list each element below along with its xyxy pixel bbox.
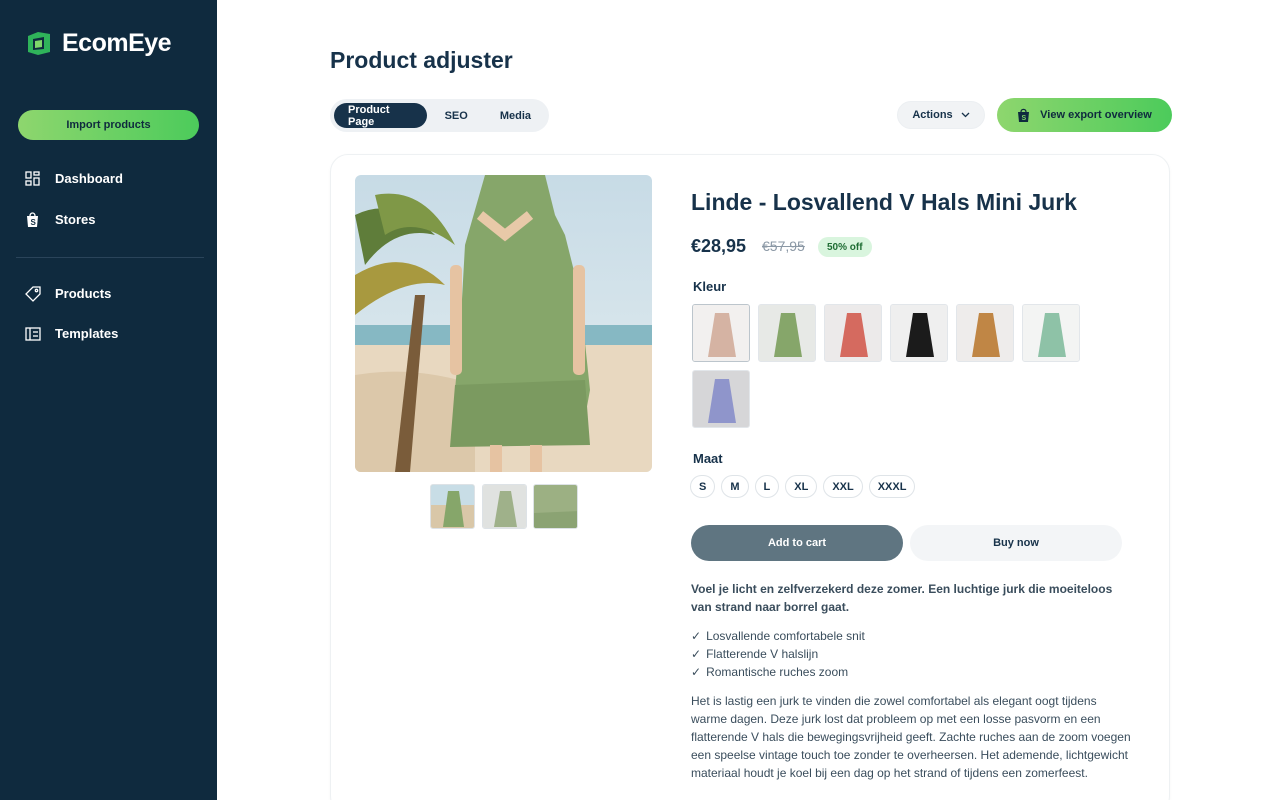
thumbnail-3[interactable] — [533, 484, 578, 529]
page-title: Product adjuster — [330, 47, 513, 73]
sidebar-item-products[interactable]: Products — [24, 285, 111, 302]
product-price: €28,95 — [691, 236, 747, 256]
export-label: View export overview — [1040, 109, 1152, 121]
size-option-s[interactable]: S — [690, 475, 716, 498]
product-lead-text: Voel je licht en zelfverzekerd deze zome… — [691, 582, 1113, 614]
svg-text:S: S — [31, 218, 37, 227]
view-export-overview-button[interactable]: S View export overview — [997, 98, 1172, 132]
product-description: Het is lastig een jurk te vinden die zow… — [691, 694, 1131, 780]
bullet-text: Romantische ruches zoom — [706, 665, 849, 679]
color-swatch-green[interactable] — [758, 304, 816, 362]
color-swatch-coral[interactable] — [824, 304, 882, 362]
template-icon — [24, 325, 41, 342]
dress-photo — [355, 175, 652, 472]
sidebar-item-stores[interactable]: S Stores — [24, 211, 95, 228]
size-option-l[interactable]: L — [754, 475, 780, 498]
sidebar-item-label: Dashboard — [55, 171, 123, 186]
check-icon: ✓ — [691, 647, 702, 661]
thumbnail-2[interactable] — [482, 484, 527, 529]
size-label: Maat — [693, 451, 723, 466]
color-swatch-lavender[interactable] — [692, 370, 750, 428]
size-option-m[interactable]: M — [721, 475, 749, 498]
thumbnail-1[interactable] — [430, 484, 475, 529]
bullet-item: ✓ Romantische ruches zoom — [691, 663, 1131, 681]
product-main-image[interactable] — [355, 175, 652, 472]
tab-product-page[interactable]: Product Page — [334, 103, 427, 128]
tab-seo[interactable]: SEO — [431, 103, 482, 128]
check-icon: ✓ — [691, 629, 702, 643]
size-option-xxxl[interactable]: XXXL — [868, 475, 916, 498]
sidebar: EcomEye Import products Dashboard S Stor… — [0, 0, 217, 800]
grid-icon — [24, 170, 41, 187]
color-swatch-black[interactable] — [890, 304, 948, 362]
size-option-xxl[interactable]: XXL — [823, 475, 863, 498]
sidebar-item-label: Stores — [55, 212, 96, 227]
product-old-price: €57,95 — [762, 238, 805, 254]
app-name: EcomEye — [62, 28, 172, 57]
actions-dropdown[interactable]: Actions — [897, 101, 985, 129]
actions-label: Actions — [912, 109, 953, 121]
size-options: S M L XL XXL XXXL — [690, 475, 916, 498]
sidebar-item-templates[interactable]: Templates — [24, 325, 118, 342]
bullet-item: ✓ Flatterende V halslijn — [691, 645, 1131, 663]
product-title: Linde - Losvallend V Hals Mini Jurk — [691, 189, 1077, 215]
bullet-text: Losvallende comfortabele snit — [706, 629, 865, 643]
import-products-button[interactable]: Import products — [18, 110, 199, 140]
tab-bar: Product Page SEO Media — [330, 99, 549, 132]
buy-now-button[interactable]: Buy now — [910, 525, 1122, 561]
bullet-item: ✓ Losvallende comfortabele snit — [691, 627, 1131, 645]
color-swatch-mint[interactable] — [1022, 304, 1080, 362]
tab-media[interactable]: Media — [486, 103, 545, 128]
sidebar-item-label: Templates — [55, 326, 119, 341]
size-option-xl[interactable]: XL — [785, 475, 818, 498]
product-bullets: ✓ Losvallende comfortabele snit ✓ Flattere… — [691, 627, 1131, 681]
svg-text:S: S — [1022, 115, 1027, 122]
add-to-cart-button[interactable]: Add to cart — [691, 525, 903, 561]
sidebar-divider — [16, 257, 204, 258]
color-label: Kleur — [693, 279, 727, 294]
bullet-text: Flatterende V halslijn — [706, 647, 819, 661]
tag-icon — [24, 285, 41, 302]
shopify-bag-icon: S — [1018, 108, 1030, 122]
ecomeye-logo-icon — [28, 32, 50, 55]
check-icon: ✓ — [691, 665, 702, 679]
sidebar-item-dashboard[interactable]: Dashboard — [24, 170, 123, 187]
logo[interactable]: EcomEye — [24, 28, 172, 58]
sidebar-item-label: Products — [55, 286, 112, 301]
color-swatch-caramel[interactable] — [956, 304, 1014, 362]
discount-badge: 50% off — [818, 237, 872, 257]
chevron-down-icon — [961, 112, 970, 118]
shopping-bag-icon: S — [24, 211, 41, 228]
color-swatch-beige[interactable] — [692, 304, 750, 362]
